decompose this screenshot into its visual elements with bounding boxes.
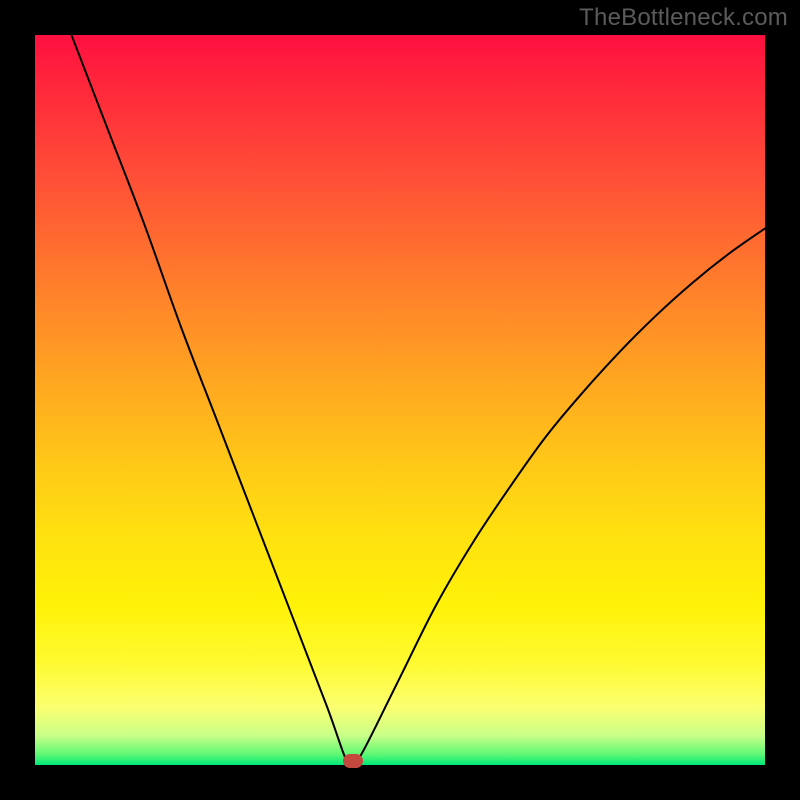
min-indicator xyxy=(343,754,363,768)
plot-area xyxy=(35,35,765,765)
bottleneck-curve xyxy=(72,35,766,766)
chart-frame: TheBottleneck.com xyxy=(0,0,800,800)
watermark-text: TheBottleneck.com xyxy=(579,4,788,32)
curve-layer xyxy=(35,35,765,765)
